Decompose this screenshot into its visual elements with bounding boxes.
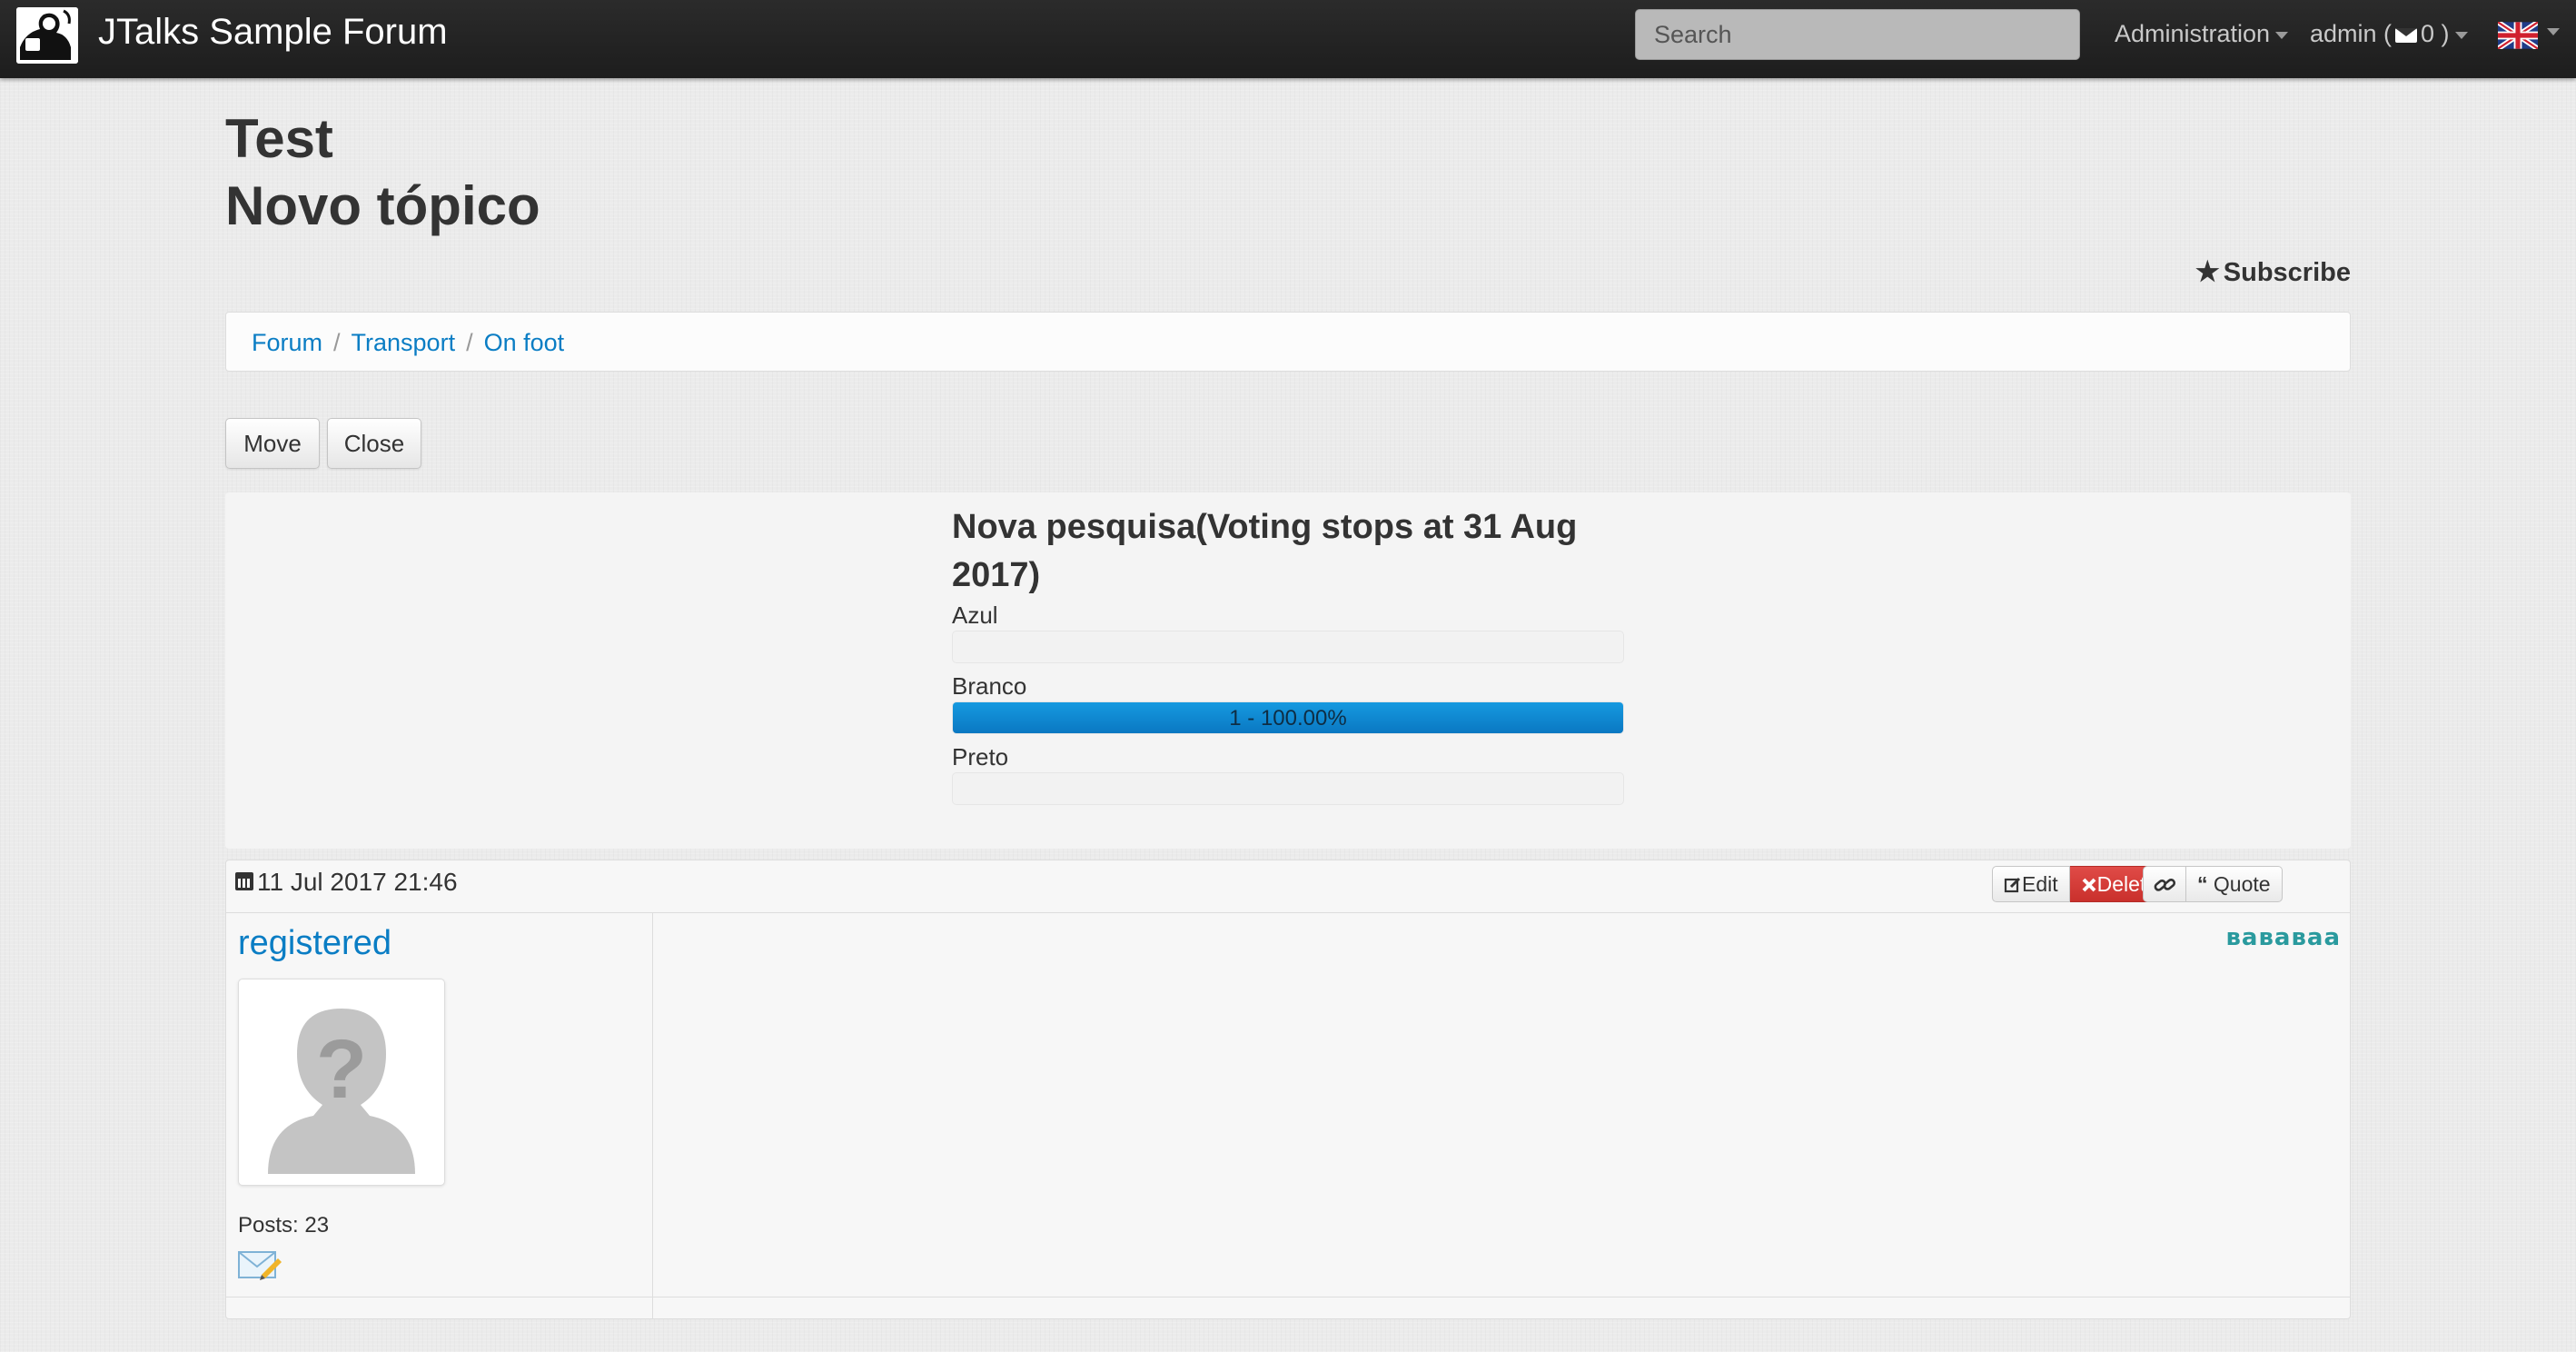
- topic-title: Novo tópico: [225, 175, 540, 236]
- post-body-text: ʙаʙаʙаа: [2225, 924, 2341, 951]
- poll-option-label: Branco: [952, 672, 1027, 700]
- subscribe-link[interactable]: ★ Subscribe: [2195, 256, 2351, 288]
- poll-panel: Nova pesquisa(Voting stops at 31 Aug 201…: [225, 492, 2351, 849]
- post-date: 11 Jul 2017 21:46: [235, 868, 458, 897]
- post-date-text: 11 Jul 2017 21:46: [257, 868, 458, 896]
- author-posts-count: Posts: 23: [238, 1213, 330, 1238]
- breadcrumb: Forum / Transport / On foot: [225, 312, 2351, 372]
- poll-option-label: Preto: [952, 743, 1009, 770]
- breadcrumb-forum[interactable]: Forum: [252, 329, 322, 356]
- post-link-quote-group: “ Quote: [2143, 866, 2283, 902]
- poll-option-label: Azul: [952, 601, 998, 629]
- post-header: 11 Jul 2017 21:46 Edit Delete “ Quote: [226, 860, 2350, 913]
- calendar-icon: [235, 871, 253, 890]
- permalink-button[interactable]: [2143, 866, 2186, 902]
- user-menu[interactable]: admin ( 0 ): [2310, 18, 2468, 49]
- poll-option-result: 1 - 100.00%: [1229, 706, 1347, 731]
- breadcrumb-on-foot[interactable]: On foot: [484, 329, 565, 356]
- poll-option-bar: [952, 772, 1624, 805]
- user-menu-label: admin (: [2310, 20, 2393, 47]
- administration-menu-label: Administration: [2115, 20, 2271, 47]
- star-icon: ★: [2195, 257, 2220, 287]
- default-avatar-icon: ?: [250, 990, 433, 1174]
- subscribe-label: Subscribe: [2223, 258, 2351, 287]
- envelope-icon: [2395, 27, 2418, 43]
- poll-option-bar: 1 - 100.00%: [952, 701, 1624, 734]
- administration-menu[interactable]: Administration: [2115, 18, 2289, 49]
- send-message-icon[interactable]: [238, 1248, 282, 1280]
- poll-title: Nova pesquisa(Voting stops at 31 Aug 201…: [952, 508, 1578, 594]
- svg-text:?: ?: [316, 1023, 367, 1116]
- forum-brand-title[interactable]: JTalks Sample Forum: [98, 9, 448, 55]
- uk-flag-icon[interactable]: [2496, 19, 2540, 52]
- close-icon: [2082, 878, 2096, 892]
- quote-label: Quote: [2213, 872, 2271, 896]
- breadcrumb-transport[interactable]: Transport: [352, 329, 456, 356]
- private-message-count: 0 ): [2421, 20, 2450, 47]
- avatar: ?: [238, 979, 445, 1186]
- edit-label: Edit: [2022, 872, 2058, 896]
- search-input[interactable]: [1635, 9, 2080, 60]
- page-title: Test Novo tópico: [225, 105, 540, 240]
- breadcrumb-separator: /: [466, 329, 473, 356]
- link-icon: [2154, 878, 2176, 891]
- move-button[interactable]: Move: [225, 418, 320, 469]
- chevron-down-icon: [2454, 31, 2468, 39]
- breadcrumb-separator: /: [333, 329, 341, 356]
- poll-option-fill: 1 - 100.00%: [953, 702, 1623, 733]
- quote-button[interactable]: “ Quote: [2186, 866, 2283, 902]
- poll-option-bar: [952, 631, 1624, 663]
- author-username[interactable]: registered: [238, 924, 391, 963]
- language-chevron-down-icon[interactable]: [2547, 28, 2560, 35]
- edit-icon: [2004, 877, 2021, 893]
- chevron-down-icon: [2275, 31, 2289, 39]
- branch-title: Test: [225, 108, 333, 169]
- top-navbar: JTalks Sample Forum Administration admin…: [0, 0, 2576, 78]
- close-topic-button[interactable]: Close: [327, 418, 421, 469]
- post-author-panel: registered ? Posts: 23: [226, 913, 653, 1318]
- quote-icon: “: [2197, 872, 2208, 896]
- post: 11 Jul 2017 21:46 Edit Delete “ Quote re…: [225, 860, 2351, 1319]
- forum-logo[interactable]: [16, 7, 78, 64]
- edit-button[interactable]: Edit: [1992, 866, 2070, 902]
